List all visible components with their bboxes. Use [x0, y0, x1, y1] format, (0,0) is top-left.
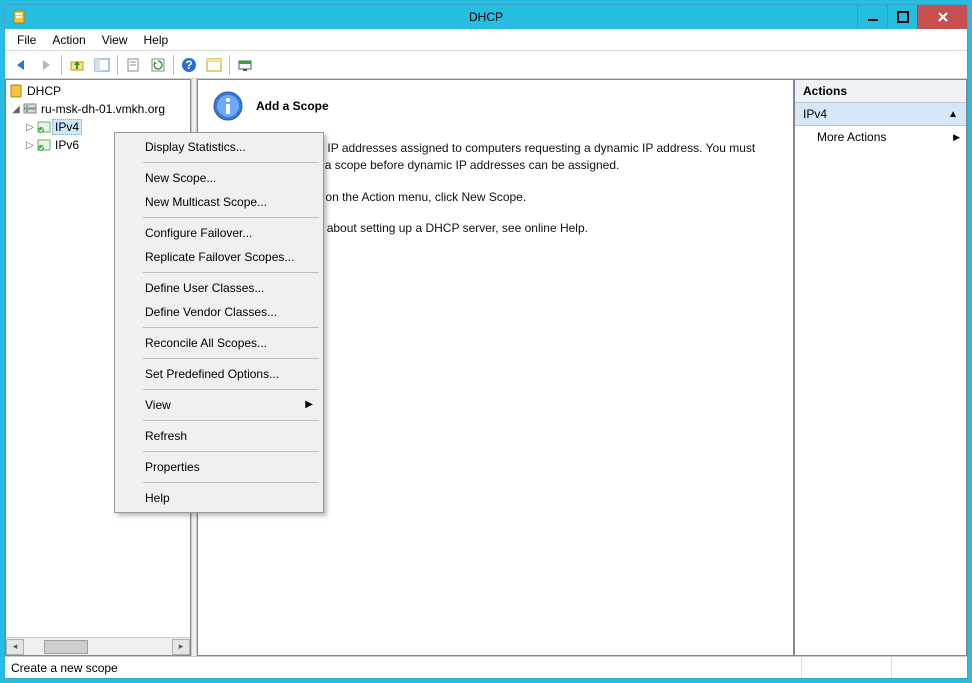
app-icon: [11, 9, 27, 25]
cm-separator: [143, 451, 319, 452]
toolbar: ?: [5, 51, 967, 79]
cm-view-label: View: [145, 398, 171, 412]
show-hide-tree-button[interactable]: [90, 53, 114, 77]
layout-button-1[interactable]: [202, 53, 226, 77]
back-button[interactable]: [9, 53, 33, 77]
tree-root-label: DHCP: [24, 83, 64, 99]
cm-reconcile-all-scopes[interactable]: Reconcile All Scopes...: [117, 331, 321, 355]
menu-help[interactable]: Help: [136, 30, 177, 50]
toolbar-separator: [61, 55, 62, 75]
scroll-right-button[interactable]: ▸: [172, 639, 190, 655]
cm-properties[interactable]: Properties: [117, 455, 321, 479]
server-icon: [22, 101, 38, 117]
cm-define-user-classes[interactable]: Define User Classes...: [117, 276, 321, 300]
status-text: Create a new scope: [11, 661, 118, 675]
cm-separator: [143, 482, 319, 483]
statusbar: Create a new scope: [5, 656, 967, 678]
cm-separator: [143, 162, 319, 163]
actions-group-ipv4[interactable]: IPv4 ▲: [795, 103, 966, 126]
cm-separator: [143, 358, 319, 359]
tree-server[interactable]: ◢ ru-msk-dh-01.vmkh.org: [6, 100, 190, 118]
menubar: File Action View Help: [5, 29, 967, 51]
ipv4-icon: [36, 119, 52, 135]
chevron-right-icon: ▶: [305, 399, 313, 410]
cm-separator: [143, 420, 319, 421]
scroll-left-button[interactable]: ◂: [6, 639, 24, 655]
collapse-icon[interactable]: ◢: [10, 104, 22, 115]
toolbar-separator: [117, 55, 118, 75]
cm-display-statistics[interactable]: Display Statistics...: [117, 135, 321, 159]
expand-icon[interactable]: ▷: [24, 140, 36, 151]
tree-root[interactable]: DHCP: [6, 82, 190, 100]
status-cell: [891, 657, 961, 678]
cm-define-vendor-classes[interactable]: Define Vendor Classes...: [117, 300, 321, 324]
menu-file[interactable]: File: [9, 30, 44, 50]
cm-view[interactable]: View ▶: [117, 393, 321, 417]
actions-more[interactable]: More Actions ▶: [795, 126, 966, 148]
main-heading: Add a Scope: [256, 99, 329, 113]
expand-icon[interactable]: ▷: [24, 122, 36, 133]
info-icon: [212, 90, 244, 122]
layout-button-2[interactable]: [233, 53, 257, 77]
actions-header: Actions: [795, 80, 966, 103]
cm-separator: [143, 272, 319, 273]
menu-action[interactable]: Action: [44, 30, 93, 50]
tree-ipv6-label: IPv6: [52, 137, 82, 153]
help-button[interactable]: ?: [177, 53, 201, 77]
titlebar[interactable]: DHCP: [5, 5, 967, 29]
toolbar-separator: [229, 55, 230, 75]
chevron-right-icon: ▶: [953, 132, 960, 143]
context-menu: Display Statistics... New Scope... New M…: [114, 132, 324, 513]
actions-panel: Actions IPv4 ▲ More Actions ▶: [794, 79, 967, 656]
cm-new-scope[interactable]: New Scope...: [117, 166, 321, 190]
toolbar-separator: [173, 55, 174, 75]
cm-new-multicast-scope[interactable]: New Multicast Scope...: [117, 190, 321, 214]
actions-group-label: IPv4: [803, 107, 827, 121]
maximize-button[interactable]: [887, 5, 917, 29]
refresh-button[interactable]: [146, 53, 170, 77]
cm-help[interactable]: Help: [117, 486, 321, 510]
status-cell: [801, 657, 891, 678]
forward-button[interactable]: [34, 53, 58, 77]
dhcp-root-icon: [8, 83, 24, 99]
collapse-up-icon: ▲: [948, 109, 958, 120]
scroll-thumb[interactable]: [44, 640, 88, 654]
actions-more-label: More Actions: [817, 130, 886, 144]
horizontal-scrollbar[interactable]: ◂ ▸: [6, 637, 190, 655]
cm-replicate-failover[interactable]: Replicate Failover Scopes...: [117, 245, 321, 269]
tree-ipv4-label: IPv4: [52, 119, 82, 135]
properties-button[interactable]: [121, 53, 145, 77]
cm-refresh[interactable]: Refresh: [117, 424, 321, 448]
close-button[interactable]: [917, 5, 967, 29]
scroll-track[interactable]: [24, 639, 172, 655]
up-folder-button[interactable]: [65, 53, 89, 77]
cm-configure-failover[interactable]: Configure Failover...: [117, 221, 321, 245]
window-title: DHCP: [469, 10, 503, 24]
cm-separator: [143, 327, 319, 328]
cm-separator: [143, 389, 319, 390]
tree-server-label: ru-msk-dh-01.vmkh.org: [38, 101, 168, 117]
minimize-button[interactable]: [857, 5, 887, 29]
svg-text:?: ?: [185, 58, 192, 72]
ipv6-icon: [36, 137, 52, 153]
cm-set-predefined-options[interactable]: Set Predefined Options...: [117, 362, 321, 386]
menu-view[interactable]: View: [94, 30, 136, 50]
cm-separator: [143, 217, 319, 218]
